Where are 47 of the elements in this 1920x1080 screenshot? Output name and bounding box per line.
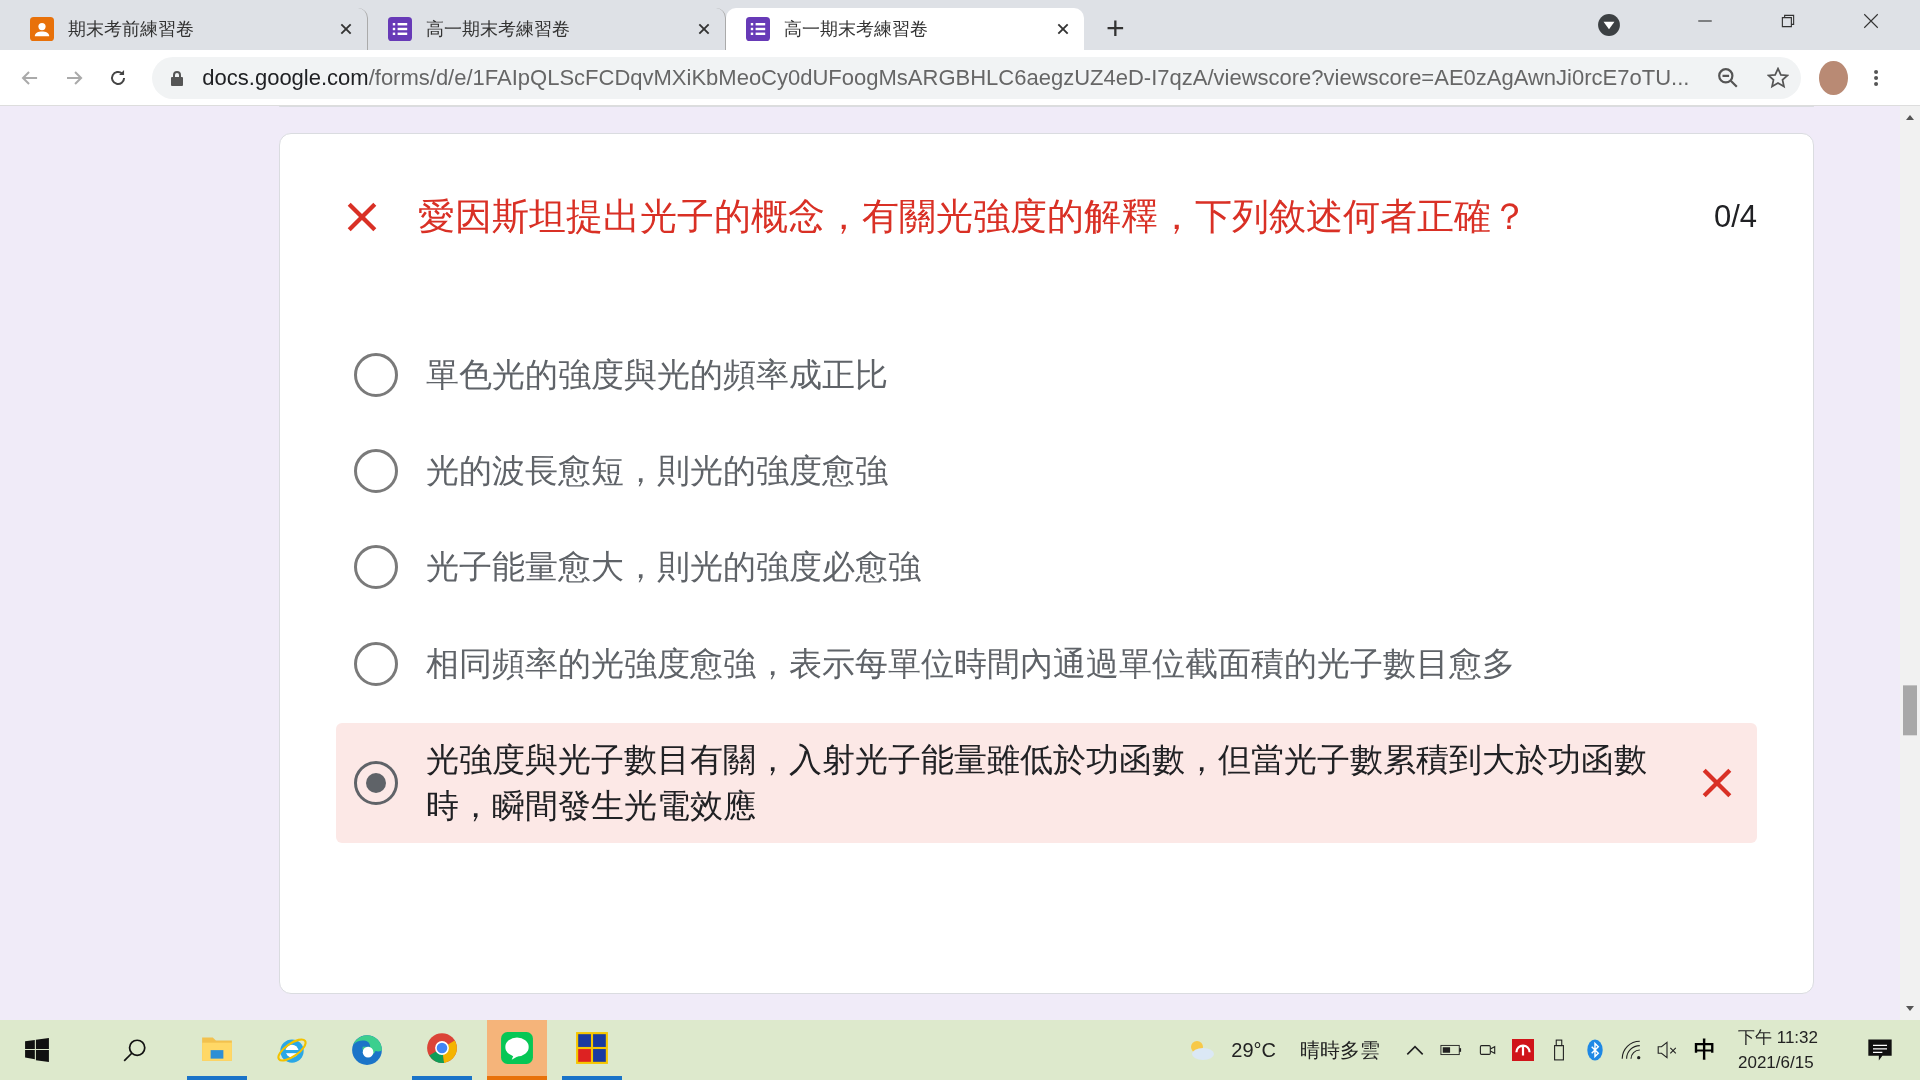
address-field[interactable]: docs.google.com/forms/d/e/1FAIpQLScFCDqvMXiKbMeoCy0dUFoogMsARGBHLC6aegzUZ4eD-I7qzA/viewscore?viewscore=AE0zAgAwnJi0rcE7oTU... (152, 56, 1802, 99)
question-text: 愛因斯坦提出光子的概念，有關光強度的解釋，下列敘述何者正確？ (418, 195, 1529, 239)
windows-start-icon[interactable] (24, 1037, 50, 1063)
search-icon[interactable] (122, 1037, 148, 1063)
score-text: 0/4 (1713, 199, 1757, 235)
taskbar-chat-button[interactable] (487, 1020, 547, 1080)
speaker-muted-icon[interactable] (1656, 1039, 1678, 1061)
option-text: 單色光的強度與光的頻率成正比 (426, 355, 889, 395)
new-tab-button[interactable]: + (1106, 12, 1125, 44)
option-text: 光子能量愈大，則光的強度必愈強 (426, 547, 922, 588)
star-icon[interactable] (1767, 66, 1790, 89)
radio-button[interactable] (354, 760, 398, 805)
temperature-text: 29°C (1231, 1038, 1276, 1062)
form-icon (746, 17, 770, 41)
bluetooth-icon[interactable] (1584, 1039, 1606, 1061)
close-icon[interactable] (697, 22, 711, 36)
profile-avatar[interactable] (1819, 60, 1848, 95)
clock-date[interactable]: 2021/6/15 (1738, 1050, 1814, 1075)
radio-button[interactable] (354, 641, 398, 686)
radio-button[interactable] (354, 353, 398, 398)
person-icon (30, 17, 54, 41)
lock-icon (170, 69, 185, 86)
radio-button[interactable] (354, 449, 398, 494)
clock-time[interactable]: 下午 11:32 (1738, 1025, 1818, 1050)
umbrella-icon[interactable] (1512, 1039, 1534, 1061)
browser-logo-icon (425, 1031, 459, 1065)
close-icon[interactable] (1862, 12, 1880, 30)
wifi-icon[interactable] (1620, 1039, 1642, 1061)
zoom-out-icon[interactable] (1717, 66, 1740, 89)
cross-icon (1701, 766, 1733, 799)
radio-button[interactable] (354, 545, 398, 590)
input-method-indicator[interactable]: 中 (1694, 1035, 1716, 1065)
weather-text: 晴時多雲 (1300, 1037, 1380, 1063)
close-icon[interactable] (1056, 22, 1070, 36)
browser-tab[interactable]: 高一期末考練習卷 (726, 8, 1084, 50)
wave-logo-icon (350, 1033, 384, 1067)
form-icon (388, 17, 412, 41)
option-text: 相同頻率的光強度愈強，表示每單位時間內通過單位截面積的光子數目愈多 (426, 643, 1516, 684)
restore-icon[interactable] (1779, 12, 1797, 30)
grid-logo-icon (575, 1031, 609, 1065)
dropdown-icon[interactable] (1597, 13, 1621, 37)
option-text: 光的波長愈短，則光的強度愈強 (426, 451, 889, 492)
url-text: docs.google.com/forms/d/e/1FAIpQLScFCDqvMXiKbMeoCy0dUFoogMsARGBHLC6aegzUZ4eD-I7qzA/viewscore?viewscore=AE0zAgAwnJi0rcE7oTU... (202, 64, 1690, 91)
chat-bubble-icon (500, 1031, 534, 1065)
close-icon[interactable] (339, 22, 353, 36)
scrollbar-drawing[interactable] (1900, 106, 1920, 1020)
option-text: 光強度與光子數目有關，入射光子能量雖低於功函數，但當光子數累積到大於功函數時，瞬間發生光電效應 (426, 739, 1648, 826)
